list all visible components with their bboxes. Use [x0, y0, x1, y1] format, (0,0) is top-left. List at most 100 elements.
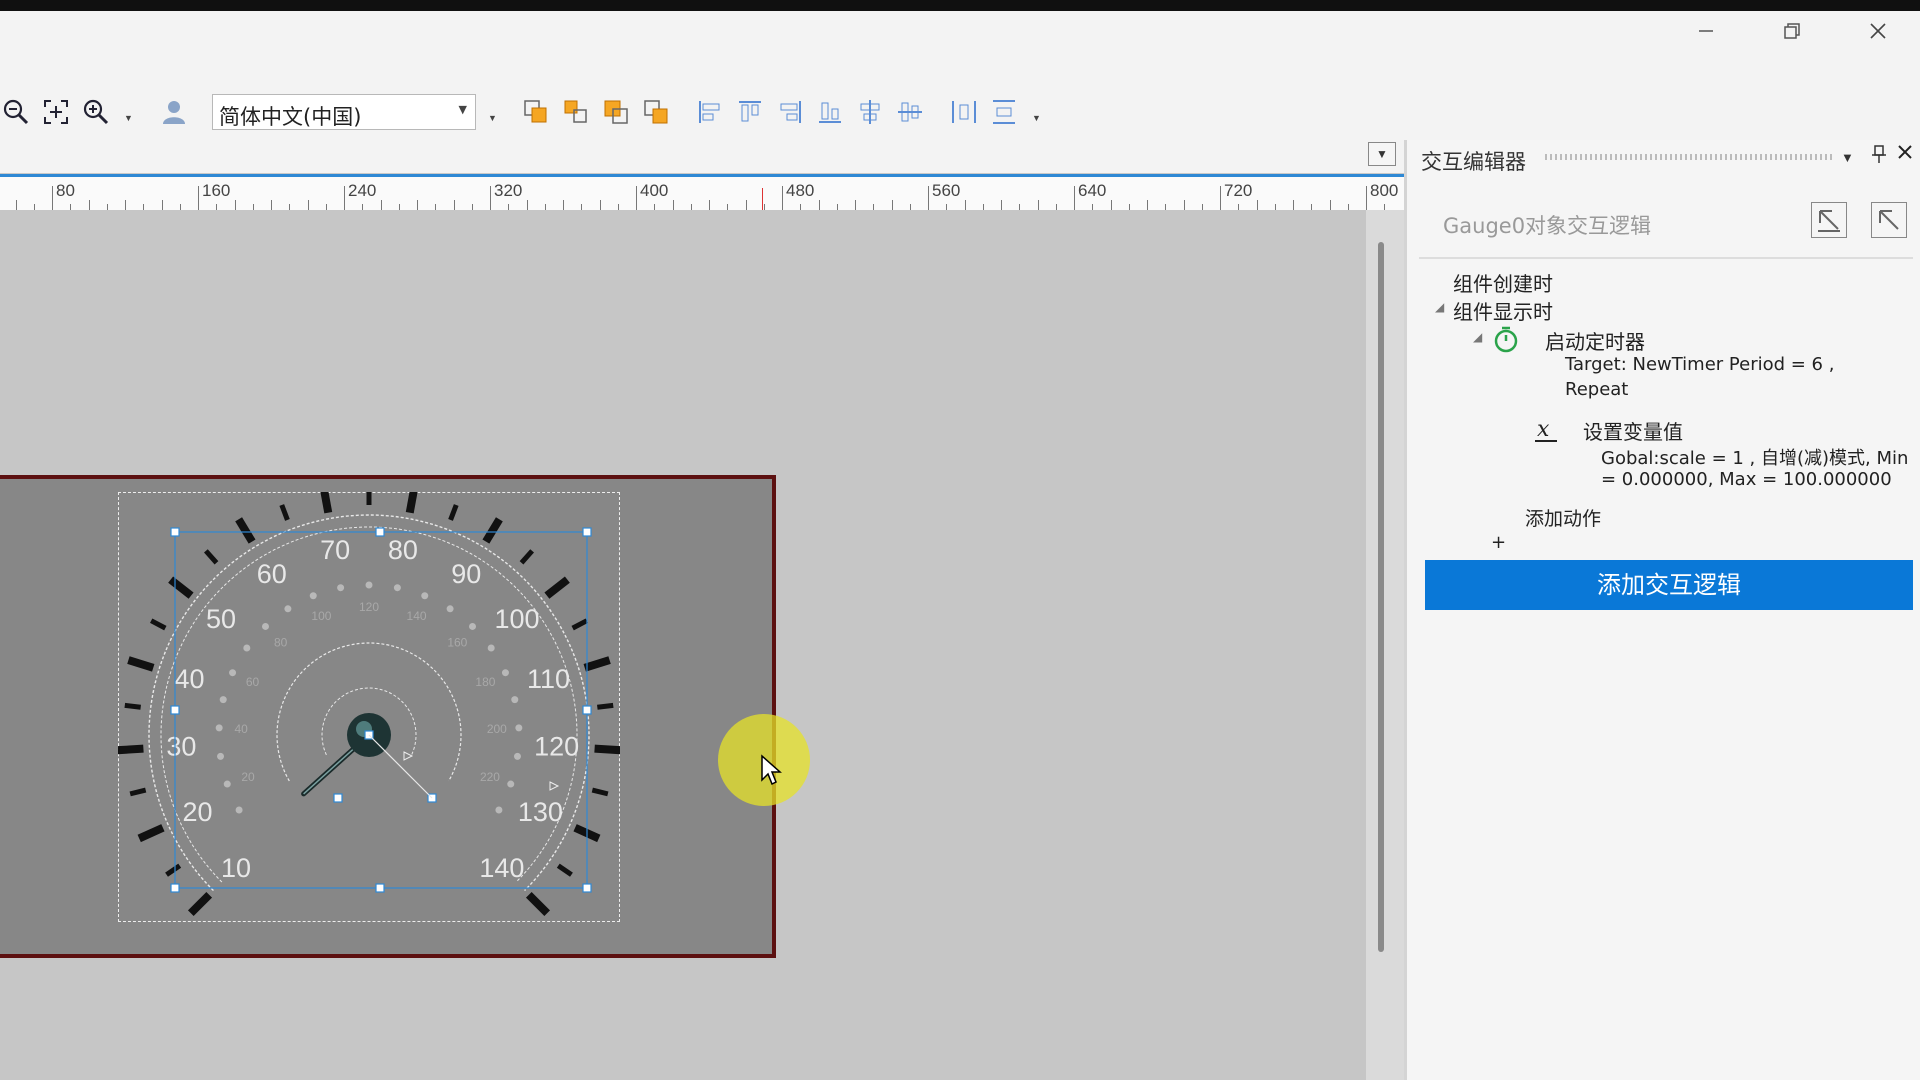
scrollbar-thumb[interactable]: [1378, 242, 1384, 952]
gauge-inner-label: 200: [487, 722, 507, 736]
distribute-dropdown-arrow[interactable]: ▼: [1032, 113, 1041, 123]
language-select[interactable]: 简体中文(中国) ▼: [212, 94, 476, 130]
align-bottom-button[interactable]: [816, 98, 844, 126]
ruler-tick: [161, 200, 163, 210]
gauge-inner-label: 20: [241, 770, 255, 784]
gauge-inner-dot: [515, 724, 523, 732]
zoom-in-button[interactable]: [82, 98, 110, 126]
gauge-tick: [235, 517, 256, 544]
expand-all-button[interactable]: [1871, 202, 1907, 238]
gauge-widget[interactable]: 10203040506070 80901001101201301402040608…: [118, 492, 620, 922]
ruler-tick: [1001, 200, 1002, 210]
bring-forward-button[interactable]: [602, 98, 630, 126]
align-middle-button[interactable]: [896, 98, 924, 126]
language-dropdown-arrow[interactable]: ▼: [488, 113, 497, 123]
ruler-tick: [1366, 186, 1367, 210]
gauge-tick: [591, 787, 609, 797]
distribute-v-button[interactable]: [990, 98, 1018, 126]
gauge-tick: [118, 744, 144, 755]
zoom-dropdown-arrow[interactable]: ▼: [124, 113, 133, 123]
gauge-tick: [187, 891, 213, 917]
ruler-tick: [234, 200, 236, 210]
canvas-menu-button[interactable]: ▼: [1368, 142, 1396, 166]
selection-handle: [170, 883, 180, 893]
gauge-center-arc: [276, 642, 462, 782]
gauge-inner-dot: [513, 752, 521, 760]
add-interaction-logic-button[interactable]: 添加交互逻辑: [1425, 560, 1913, 610]
send-backward-button[interactable]: [642, 98, 670, 126]
object-logic-title: Gauge0对象交互逻辑: [1443, 214, 1652, 238]
send-back-button[interactable]: [562, 98, 590, 126]
align-top-button[interactable]: [736, 98, 764, 126]
vertical-scrollbar[interactable]: [1366, 210, 1404, 1080]
ruler-label: 240: [348, 181, 377, 200]
pin-button[interactable]: [1871, 144, 1887, 169]
ruler-tick: [380, 200, 382, 210]
user-icon: [163, 101, 185, 124]
zoom-fit-button[interactable]: [42, 98, 70, 126]
align-right-button[interactable]: [776, 98, 804, 126]
gauge-inner-dot: [495, 806, 503, 814]
gauge-outer-label: 70: [320, 535, 350, 565]
selection-handle: [375, 883, 385, 893]
gauge-inner-dot: [219, 696, 227, 704]
action-start-timer-detail-1: Target: NewTimer Period = 6 ,: [1565, 354, 1835, 375]
send-back-icon: [564, 100, 587, 123]
collapse-all-button[interactable]: [1811, 202, 1847, 238]
gauge-inner-dot: [223, 780, 231, 788]
minimize-button[interactable]: [1678, 11, 1734, 51]
variable-x-icon: x: [1535, 417, 1557, 442]
align-center-button[interactable]: [856, 98, 884, 126]
gauge-inner-label: 140: [407, 609, 427, 623]
action-set-variable[interactable]: 设置变量值: [1583, 416, 1683, 445]
distribute-h-button[interactable]: [950, 98, 978, 126]
zoom-in-icon: [83, 99, 109, 125]
gauge-tick: [482, 517, 503, 544]
tree-expand-arrow[interactable]: ◢: [1473, 330, 1482, 344]
close-button[interactable]: [1850, 11, 1906, 51]
gauge-inner-dot: [469, 622, 477, 630]
ruler-tick: [709, 200, 710, 210]
ruler-tick: [526, 200, 528, 210]
bring-front-button[interactable]: [522, 98, 550, 126]
add-action-link[interactable]: 添加动作: [1525, 504, 1601, 531]
selection-handle: [582, 883, 592, 893]
align-right-icon: [780, 101, 801, 123]
ruler-label: 640: [1078, 181, 1107, 200]
gauge-tick: [448, 504, 459, 521]
panel-close-button[interactable]: [1897, 144, 1913, 165]
align-top-icon: [739, 101, 761, 122]
needle-guide-line: [368, 734, 433, 799]
gauge-inner-dot: [393, 584, 401, 592]
ruler-label: 80: [56, 181, 75, 200]
ruler-tick: [307, 200, 309, 210]
distribute-h-icon: [952, 101, 976, 123]
selection-handle: [375, 527, 385, 537]
panel-title: 交互编辑器: [1421, 150, 1526, 174]
gauge-tick: [571, 618, 588, 631]
panel-drag-grip[interactable]: [1545, 154, 1835, 160]
gauge-inner-label: 40: [234, 722, 248, 736]
tree-item-on-show[interactable]: 组件显示时: [1453, 296, 1553, 325]
close-icon: [1898, 145, 1912, 159]
zoom-out-button[interactable]: [2, 98, 30, 126]
gauge-outer-label: 120: [534, 731, 579, 761]
top-edge: [0, 0, 1920, 11]
bring-front-icon: [524, 100, 547, 123]
ruler-tick: [125, 200, 126, 210]
user-button[interactable]: [160, 98, 188, 126]
chevron-down-icon: ▼: [1841, 150, 1854, 165]
align-left-button[interactable]: [696, 98, 724, 126]
ruler-tick: [964, 200, 966, 210]
ruler-tick: [745, 200, 747, 210]
panel-options-button[interactable]: ▼: [1841, 150, 1854, 165]
gauge-outer-label: 140: [479, 853, 524, 883]
add-action-plus[interactable]: +: [1491, 532, 1506, 553]
ruler-tick: [1220, 186, 1221, 210]
tree-item-on-create[interactable]: 组件创建时: [1453, 268, 1553, 297]
ruler-tick: [855, 200, 856, 210]
action-start-timer[interactable]: 启动定时器: [1545, 326, 1645, 355]
tree-expand-arrow[interactable]: ◢: [1435, 300, 1444, 314]
restore-button[interactable]: [1764, 11, 1820, 51]
svg-text:x: x: [1537, 417, 1550, 442]
